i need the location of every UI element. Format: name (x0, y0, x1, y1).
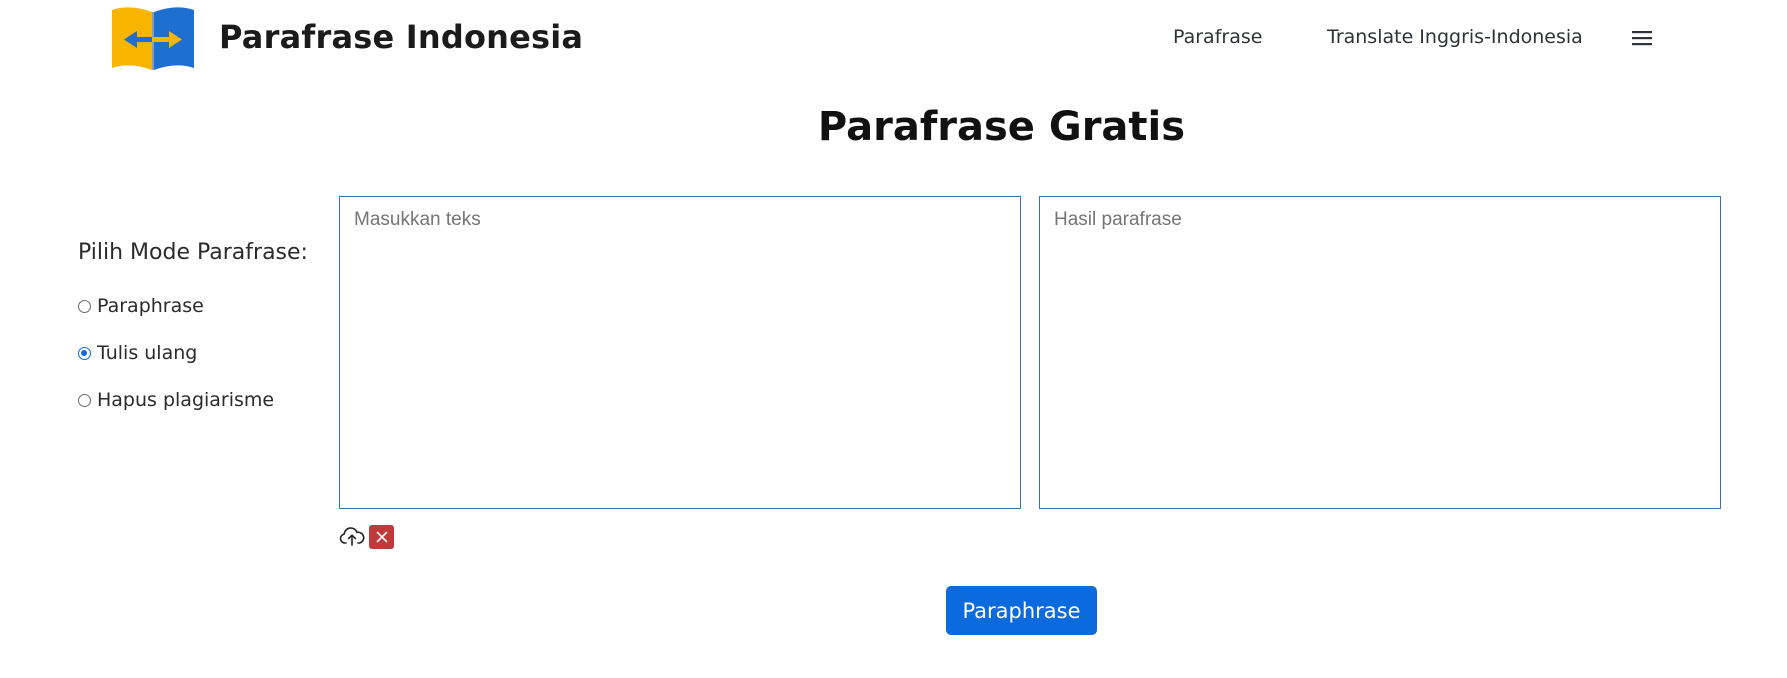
hamburger-menu-icon[interactable] (1630, 28, 1654, 48)
paraphrase-button[interactable]: Paraphrase (946, 586, 1097, 635)
mode-label-paraphrase: Paraphrase (97, 295, 204, 317)
page-title: Parafrase Gratis (817, 104, 1186, 150)
mode-label-tulis-ulang: Tulis ulang (97, 342, 198, 364)
radio-hapus-plagiarisme[interactable] (78, 393, 91, 407)
close-icon (376, 531, 387, 543)
nav-link-translate[interactable]: Translate Inggris-Indonesia (1327, 26, 1583, 48)
output-textarea[interactable] (1039, 196, 1721, 509)
nav-link-parafrase[interactable]: Parafrase (1173, 26, 1262, 48)
radio-paraphrase[interactable] (78, 299, 91, 313)
book-arrows-logo-icon[interactable] (108, 2, 198, 74)
radio-tulis-ulang[interactable] (78, 346, 91, 360)
mode-heading: Pilih Mode Parafrase: (78, 240, 308, 265)
mode-option-hapus-plagiarisme[interactable]: Hapus plagiarisme (78, 387, 274, 413)
mode-option-paraphrase[interactable]: Paraphrase (78, 293, 204, 319)
mode-option-tulis-ulang[interactable]: Tulis ulang (78, 340, 197, 366)
input-textarea[interactable] (339, 196, 1021, 509)
clear-button[interactable] (369, 525, 394, 549)
mode-label-hapus-plagiarisme: Hapus plagiarisme (97, 389, 275, 411)
cloud-upload-icon[interactable] (339, 525, 365, 547)
brand-name[interactable]: Parafrase Indonesia (219, 18, 583, 56)
